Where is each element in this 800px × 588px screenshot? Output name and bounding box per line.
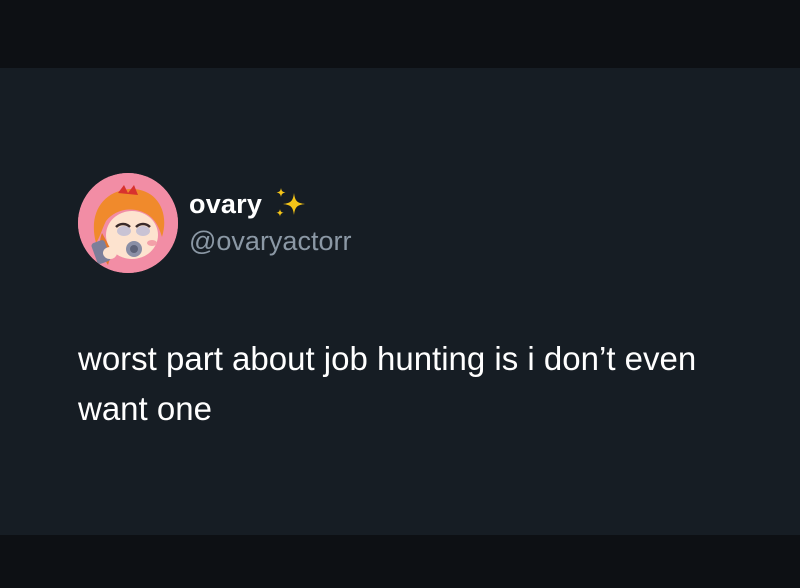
letterbox-bottom: [0, 535, 800, 588]
screenshot-frame: ovary @ovaryactorr worst part about job …: [0, 0, 800, 588]
tweet-text: worst part about job hunting is i don’t …: [78, 340, 697, 427]
avatar[interactable]: [78, 173, 178, 273]
display-name[interactable]: ovary: [189, 189, 262, 220]
display-name-row[interactable]: ovary: [189, 186, 308, 222]
tweet-card: [0, 68, 800, 535]
letterbox-top: [0, 0, 800, 68]
cartoon-girl-avatar-icon: [78, 173, 178, 273]
sparkles-icon: [272, 187, 308, 221]
user-handle[interactable]: @ovaryactorr: [189, 226, 351, 257]
